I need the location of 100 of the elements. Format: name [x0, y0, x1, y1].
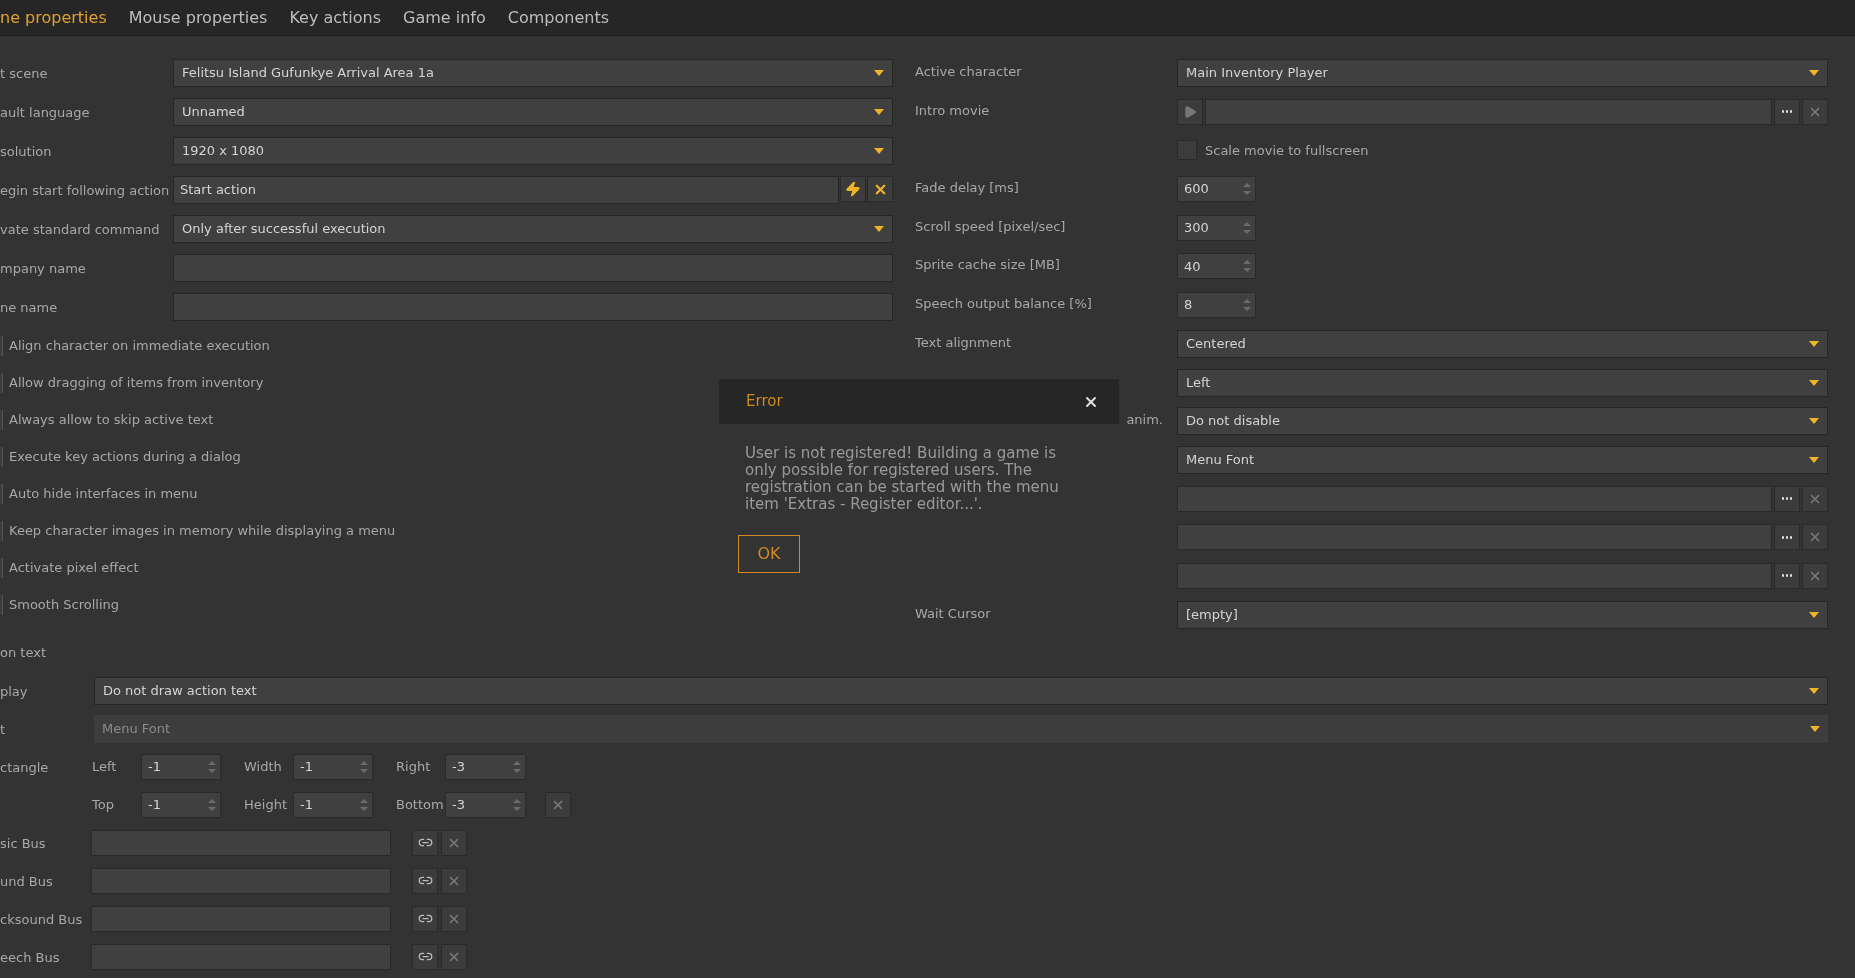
dropdown[interactable]: Centered — [1177, 329, 1828, 358]
action-field[interactable]: Start action — [173, 176, 839, 204]
field-label: anim. — [1126, 412, 1163, 428]
dropdown-arrow-icon — [1809, 687, 1819, 694]
spin-arrows-icon — [208, 797, 216, 812]
spin-box[interactable]: -3 — [445, 791, 526, 818]
spin-box[interactable]: -1 — [293, 791, 373, 818]
field-label: sic Bus — [0, 835, 46, 851]
input-field[interactable] — [173, 293, 893, 321]
spin-box[interactable]: -1 — [141, 791, 221, 818]
tab[interactable]: Game info — [403, 5, 486, 30]
field-label: Intro movie — [915, 102, 990, 118]
dropdown-arrow-icon — [874, 109, 884, 115]
spin-box[interactable]: -3 — [445, 753, 526, 780]
clear-button[interactable] — [1802, 485, 1828, 512]
clear-button[interactable] — [1802, 98, 1828, 125]
field-label: vate standard command — [0, 222, 160, 237]
field-label: Sprite cache size [MB] — [915, 257, 1060, 273]
spin-box[interactable]: 600 — [1177, 176, 1256, 203]
more-icon — [1781, 535, 1793, 539]
field-label: Fade delay [ms] — [915, 180, 1019, 196]
lightning-button[interactable] — [840, 176, 866, 202]
dropdown-arrow-icon — [1809, 456, 1819, 463]
clear-button[interactable] — [867, 176, 893, 202]
browse-button[interactable] — [1774, 98, 1800, 125]
field-label: Bottom — [396, 795, 445, 814]
dropdown[interactable]: Unnamed — [173, 98, 893, 126]
dropdown-arrow-icon — [1809, 611, 1819, 618]
dropdown[interactable]: Felitsu Island Gufunkye Arrival Area 1a — [173, 59, 893, 87]
tab[interactable]: Mouse properties — [128, 5, 268, 30]
link-button[interactable] — [412, 829, 438, 856]
tab[interactable]: Components — [507, 5, 610, 30]
browse-button[interactable] — [1774, 562, 1800, 589]
field-label: Width — [244, 757, 283, 776]
spin-arrows-icon — [513, 797, 521, 812]
dropdown-arrow-icon — [1809, 70, 1819, 76]
clear-button[interactable] — [441, 867, 467, 894]
clear-button[interactable] — [1802, 562, 1828, 589]
field-label: und Bus — [0, 873, 53, 889]
field-label: solution — [0, 144, 52, 159]
more-icon — [1781, 497, 1793, 501]
dropdown-arrow-icon — [1810, 725, 1820, 732]
field-label: play — [0, 683, 28, 699]
ok-button[interactable]: OK — [738, 535, 800, 573]
checkbox-label: Always allow to skip active text — [9, 411, 214, 430]
checkbox-label: Keep character images in memory while displaying a menu — [9, 522, 396, 541]
spin-box[interactable]: -1 — [293, 753, 373, 780]
field-label: t scene — [0, 66, 48, 81]
field-label: Height — [244, 795, 288, 814]
spin-arrows-icon — [360, 759, 368, 774]
spin-box[interactable]: 8 — [1177, 292, 1256, 319]
field-label: Text alignment — [915, 334, 1012, 350]
field-label: Speech output balance [%] — [915, 296, 1092, 312]
play-button[interactable] — [1177, 98, 1203, 125]
spin-arrows-icon — [1243, 182, 1251, 197]
dropdown[interactable]: Main Inventory Player — [1177, 59, 1828, 87]
dropdown[interactable]: [empty] — [1177, 600, 1828, 629]
dropdown[interactable]: Left — [1177, 368, 1828, 397]
dropdown[interactable]: 1920 x 1080 — [173, 137, 893, 165]
spin-arrows-icon — [208, 759, 216, 774]
more-icon — [1781, 574, 1793, 578]
field-label: Wait Cursor — [915, 605, 991, 621]
link-button[interactable] — [412, 905, 438, 932]
browse-button[interactable] — [1774, 524, 1800, 551]
checkbox-label: Smooth Scrolling — [9, 596, 120, 615]
dropdown-arrow-icon — [1809, 418, 1819, 425]
input-field[interactable] — [173, 254, 893, 282]
spin-box[interactable]: 40 — [1177, 253, 1256, 280]
field-label: ctangle — [0, 759, 49, 775]
checkbox-label: Allow dragging of items from inventory — [9, 374, 264, 393]
tab[interactable]: ne properties — [0, 5, 107, 30]
field-label: eech Bus — [0, 949, 60, 965]
clear-button[interactable] — [1802, 524, 1828, 551]
clear-button[interactable] — [441, 905, 467, 932]
tab[interactable]: Key actions — [289, 5, 382, 30]
section-title: on text — [0, 643, 46, 662]
spin-box[interactable]: -1 — [141, 753, 221, 780]
clear-button[interactable] — [545, 791, 571, 818]
field-label: egin start following action — [0, 183, 170, 198]
clear-button[interactable] — [441, 829, 467, 856]
dropdown[interactable]: Do not draw action text — [94, 676, 1828, 705]
dropdown[interactable]: Do not disable — [1177, 407, 1828, 436]
field-label: ault language — [0, 105, 90, 120]
lightning-icon — [845, 181, 861, 197]
dropdown-arrow-icon — [1809, 340, 1819, 347]
dropdown-arrow-icon — [874, 148, 884, 154]
link-button[interactable] — [412, 943, 438, 970]
field-label: t — [0, 721, 6, 737]
field-label: Right — [396, 757, 432, 776]
spin-box[interactable]: 300 — [1177, 214, 1256, 241]
dialog-message: User is not registered! Building a game is only possible for registered users. The registration can be started with the menu item 'Extras - Register editor...'. — [745, 445, 1060, 513]
dropdown[interactable]: Menu Font — [1177, 445, 1828, 474]
clear-button[interactable] — [441, 943, 467, 970]
field-label: cksound Bus — [0, 911, 83, 927]
checkbox-label: Auto hide interfaces in menu — [9, 485, 198, 504]
checkbox-label: Scale movie to fullscreen — [1205, 141, 1369, 160]
play-icon — [1183, 104, 1197, 119]
link-button[interactable] — [412, 867, 438, 894]
browse-button[interactable] — [1774, 485, 1800, 512]
dropdown[interactable]: Only after successful execution — [173, 215, 893, 243]
